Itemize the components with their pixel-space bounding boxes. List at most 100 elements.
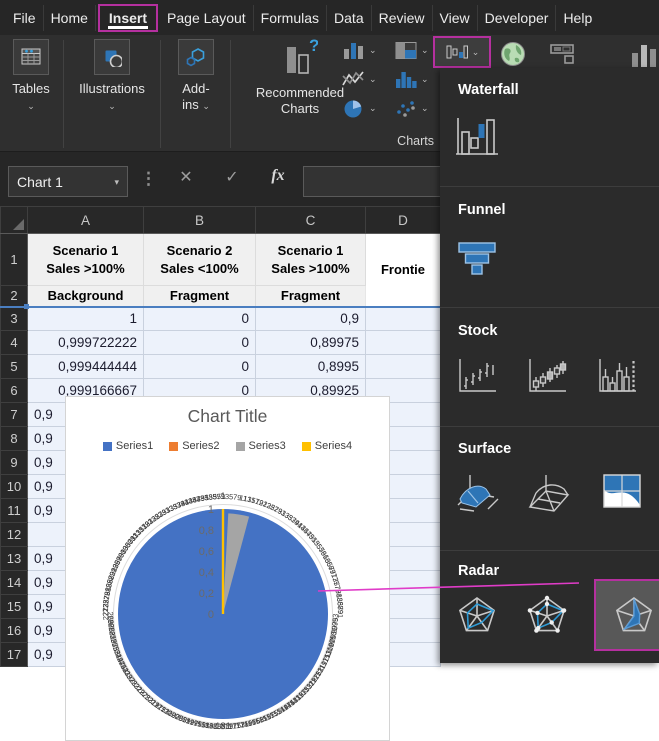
- name-box-dropdown-icon[interactable]: ▾: [114, 178, 119, 186]
- header-cell[interactable]: Background: [28, 286, 144, 307]
- header-cell[interactable]: Fragment: [256, 286, 366, 307]
- row-header-11[interactable]: 11: [1, 499, 28, 523]
- header-cell[interactable]: Fragment: [144, 286, 256, 307]
- ribbon-button-addins[interactable]: Add-ins ⌄: [151, 39, 241, 113]
- histogram-chart-button[interactable]: ⌄: [394, 69, 429, 89]
- name-box-value: Chart 1: [17, 174, 63, 190]
- chart-type-radar[interactable]: [454, 593, 500, 637]
- line-chart-button[interactable]: ⌄: [342, 69, 377, 89]
- chart-object[interactable]: Chart Title Series1 Series2 Series3 Series4…: [65, 396, 390, 741]
- ribbon-tab-review[interactable]: Review: [372, 5, 433, 31]
- column-header-B[interactable]: B: [144, 207, 256, 234]
- ribbon-tab-page-layout[interactable]: Page Layout: [160, 5, 254, 31]
- screenshot-partial-button[interactable]: [632, 41, 659, 67]
- cell-C3[interactable]: 0,9: [256, 307, 366, 331]
- cell-C4[interactable]: 0,89975: [256, 331, 366, 355]
- legend-swatch: [103, 442, 112, 451]
- legend-item-series4[interactable]: Series4: [302, 440, 352, 452]
- row-header-15[interactable]: 15: [1, 595, 28, 619]
- header-cell[interactable]: Scenario 1Sales >100%: [28, 234, 144, 286]
- menu-section-title: Funnel: [458, 202, 506, 218]
- cell-A3[interactable]: 1: [28, 307, 144, 331]
- chart-type-funnel[interactable]: [454, 237, 500, 277]
- column-chart-button[interactable]: ⌄: [342, 40, 377, 60]
- ribbon-tab-view[interactable]: View: [433, 5, 478, 31]
- map-globe-button[interactable]: [499, 41, 527, 67]
- ribbon-button-tables[interactable]: Tables⌄: [0, 39, 76, 113]
- cell-D1[interactable]: Frontie: [366, 234, 441, 307]
- waterfall-chart-button[interactable]: ⌄: [433, 36, 491, 68]
- confirm-entry-icon[interactable]: ✓: [218, 167, 246, 187]
- chart-title[interactable]: Chart Title: [66, 406, 389, 427]
- ribbon-tab-data[interactable]: Data: [327, 5, 372, 31]
- chart-type-contour[interactable]: [598, 471, 646, 523]
- legend-swatch: [302, 442, 311, 451]
- select-all-corner[interactable]: [1, 207, 28, 234]
- cell-D5[interactable]: [366, 355, 441, 379]
- column-header-C[interactable]: C: [256, 207, 366, 234]
- chart-type-radar-filled[interactable]: [594, 579, 659, 651]
- row-header-10[interactable]: 10: [1, 475, 28, 499]
- selection-handle[interactable]: [24, 304, 29, 309]
- cell-D3[interactable]: [366, 307, 441, 331]
- ribbon-tab-developer[interactable]: Developer: [478, 5, 557, 31]
- chart-type-stock-hlc[interactable]: [454, 353, 500, 397]
- row-header-6[interactable]: 6: [1, 379, 28, 403]
- ribbon-tab-insert[interactable]: Insert: [98, 4, 158, 32]
- chart-type-surface-wireframe[interactable]: [526, 471, 574, 523]
- svg-text:0,6: 0,6: [199, 546, 214, 558]
- cell-B4[interactable]: 0: [144, 331, 256, 355]
- chart-type-radar-markers[interactable]: [524, 593, 570, 637]
- menu-icon-row: [454, 353, 640, 397]
- column-header-A[interactable]: A: [28, 207, 144, 234]
- row-header-13[interactable]: 13: [1, 547, 28, 571]
- chart-type-stock-vohlc[interactable]: [594, 353, 640, 397]
- cell-B5[interactable]: 0: [144, 355, 256, 379]
- treemap-chart-button[interactable]: ⌄: [394, 40, 429, 60]
- row-header-12[interactable]: 12: [1, 523, 28, 547]
- recommended-charts-icon: ?: [280, 39, 320, 79]
- legend-label: Series2: [182, 440, 219, 452]
- header-cell[interactable]: Scenario 1Sales >100%: [256, 234, 366, 286]
- cell-C5[interactable]: 0,8995: [256, 355, 366, 379]
- header-cell[interactable]: Scenario 2Sales <100%: [144, 234, 256, 286]
- pivotchart-button[interactable]: [549, 41, 577, 67]
- row-header-14[interactable]: 14: [1, 571, 28, 595]
- formula-bar-grip-icon: ⋮: [140, 169, 157, 189]
- cancel-entry-icon[interactable]: ✕: [172, 167, 200, 187]
- ribbon-tab-formulas[interactable]: Formulas: [254, 5, 327, 31]
- cell-B3[interactable]: 0: [144, 307, 256, 331]
- active-tab-underline: [108, 26, 148, 29]
- cell-A4[interactable]: 0,999722222: [28, 331, 144, 355]
- column-header-D[interactable]: D: [366, 207, 441, 234]
- cell-D4[interactable]: [366, 331, 441, 355]
- button-label: Tables⌄: [0, 81, 76, 113]
- pie-chart-button[interactable]: ⌄: [342, 98, 377, 118]
- menu-icon-row: [454, 112, 500, 160]
- ribbon-tab-file[interactable]: File: [6, 5, 44, 31]
- ribbon-button-recommendedcharts[interactable]: ?RecommendedCharts: [255, 39, 345, 117]
- ribbon-tab-home[interactable]: Home: [44, 5, 96, 31]
- row-header-17[interactable]: 17: [1, 643, 28, 667]
- chart-legend[interactable]: Series1 Series2 Series3 Series4: [66, 440, 389, 452]
- row-header-16[interactable]: 16: [1, 619, 28, 643]
- chart-type-surface-3d[interactable]: [454, 471, 502, 523]
- legend-item-series2[interactable]: Series2: [169, 440, 219, 452]
- name-box[interactable]: Chart 1 ▾: [8, 166, 128, 197]
- row-header-1[interactable]: 1: [1, 234, 28, 286]
- ribbon-tab-help[interactable]: Help: [556, 5, 599, 31]
- row-header-5[interactable]: 5: [1, 355, 28, 379]
- chart-type-stock-ohlc[interactable]: [524, 353, 570, 397]
- ribbon-button-illustrations[interactable]: Illustrations⌄: [67, 39, 157, 113]
- row-header-7[interactable]: 7: [1, 403, 28, 427]
- scatter-chart-button[interactable]: ⌄: [394, 98, 429, 118]
- chart-type-waterfall-large[interactable]: [454, 112, 500, 160]
- row-header-8[interactable]: 8: [1, 427, 28, 451]
- row-header-3[interactable]: 3: [1, 307, 28, 331]
- legend-item-series1[interactable]: Series1: [103, 440, 153, 452]
- row-header-4[interactable]: 4: [1, 331, 28, 355]
- row-header-9[interactable]: 9: [1, 451, 28, 475]
- insert-function-icon[interactable]: fx: [264, 167, 292, 185]
- legend-item-series3[interactable]: Series3: [236, 440, 286, 452]
- cell-A5[interactable]: 0,999444444: [28, 355, 144, 379]
